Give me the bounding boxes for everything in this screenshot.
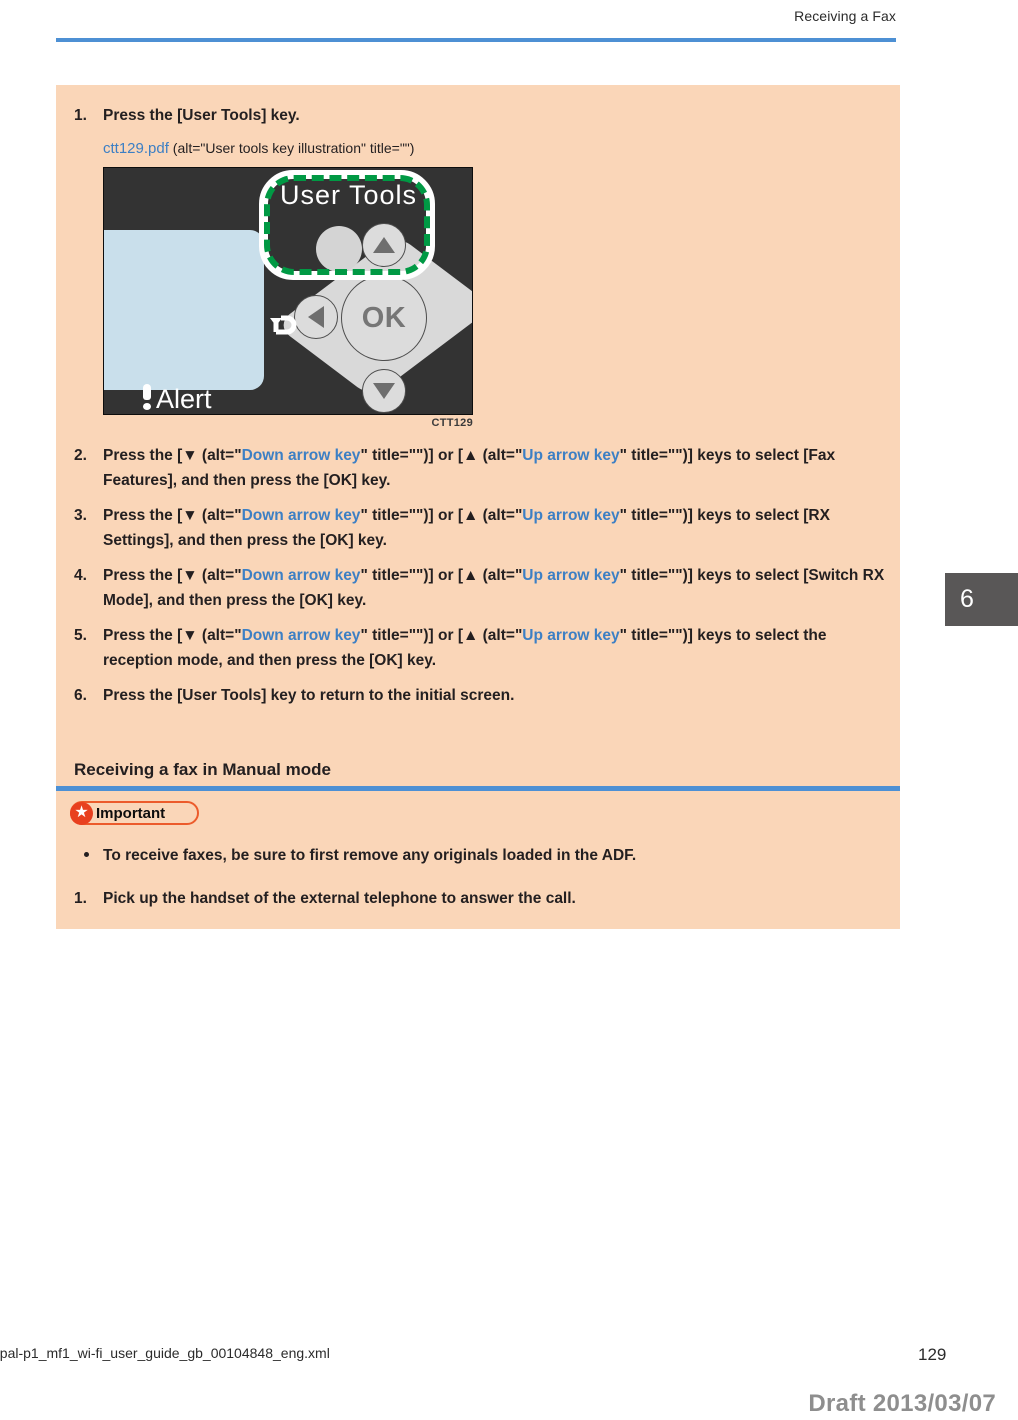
up-arrow-key-link: Up arrow key [522,567,620,584]
step-number: 6. [74,687,87,704]
figure-alt-value: User tools key illustration [205,140,361,156]
step-text: Press the [▼ (alt="Down arrow key" title… [103,563,900,613]
step-item: 6. Press the [User Tools] key to return … [56,683,900,708]
bullet-list-item: To receive faxes, be sure to first remov… [56,843,900,868]
star-icon: ★ [70,801,93,825]
control-panel-illustration: OK User Tools Alert [103,167,473,415]
triangle-left-glyph [308,306,324,328]
bullet-text: To receive faxes, be sure to first remov… [103,847,637,864]
step-text-run: Press the [▼ (alt=" [103,507,242,524]
figure-link-filename[interactable]: ctt129.pdf [103,140,169,157]
step-text-run: Press the [▼ (alt=" [103,447,242,464]
important-label: Important [96,804,166,822]
step-text: Press the [User Tools] key to return to … [103,683,900,708]
step-text-run: " title="")] or [▲ (alt=" [360,447,523,464]
alert-exclamation-icon [142,384,152,410]
footer-page-number: 129 [918,1345,947,1364]
figure-caption: CTT129 [431,417,473,429]
step-item: 1. Press the [User Tools] key. [56,103,900,128]
step-text-run: " title="")] or [▲ (alt=" [360,567,523,584]
step-text: Pick up the handset of the external tele… [103,890,576,907]
chapter-tab-number: 6 [960,585,974,613]
step-text-run: Press the [User Tools] key. [103,107,300,124]
figure-attr-close: " title="") [361,140,415,156]
step-item: 2. Press the [▼ (alt="Down arrow key" ti… [56,443,900,493]
page-footer: opal-p1_mf1_wi-fi_user_guide_gb_00104848… [0,1345,1018,1375]
step-number: 3. [74,507,87,524]
step-text-run: " title="")] or [▲ (alt=" [360,507,523,524]
chapter-tab: 6 [945,573,1018,626]
alert-label: Alert [156,384,212,414]
figure-container: OK User Tools Alert CTT129 [56,161,900,429]
section-heading: Receiving a fax in Manual mode [74,760,331,779]
up-arrow-key-link: Up arrow key [522,447,620,464]
down-arrow-key-link: Down arrow key [241,447,361,464]
step-item: 5. Press the [▼ (alt="Down arrow key" ti… [56,623,900,673]
figure-link-line: ctt129.pdf (alt="User tools key illustra… [56,136,900,161]
up-arrow-key-link: Up arrow key [522,507,620,524]
step-text-run: " title="")] or [▲ (alt=" [360,627,523,644]
step-text-run: Press the [▼ (alt=" [103,567,242,584]
step-number: 5. [74,627,87,644]
step-text-run: Press the [▼ (alt=" [103,627,242,644]
alert-indicator: Alert [142,384,212,414]
step-number: 1. [74,107,87,124]
step-item: 4. Press the [▼ (alt="Down arrow key" ti… [56,563,900,613]
lcd-screen [104,230,264,390]
step-text: Press the [User Tools] key. [103,103,900,128]
draft-watermark: Draft 2013/03/07 [808,1390,996,1417]
up-arrow-key-link: Up arrow key [522,627,620,644]
triangle-down-glyph [373,383,395,399]
step-text-run: Press the [User Tools] key to return to … [103,687,515,704]
page-header: Receiving a Fax [56,8,896,48]
header-divider-rule [56,38,896,42]
highlight-outline-green-dashed [264,175,430,275]
down-arrow-key-link: Down arrow key [241,627,361,644]
page-header-title: Receiving a Fax [794,8,896,24]
step-text: Press the [▼ (alt="Down arrow key" title… [103,623,900,673]
step-item: 3. Press the [▼ (alt="Down arrow key" ti… [56,503,900,553]
step-number: 1. [74,890,87,907]
down-arrow-key-link: Down arrow key [241,507,361,524]
back-arrow-icon [266,308,306,348]
step-number: 4. [74,567,87,584]
down-arrow-key-icon [362,369,406,413]
important-badge: ★ Important [70,801,200,825]
step-number: 2. [74,447,87,464]
step-text: Press the [▼ (alt="Down arrow key" title… [103,443,900,493]
footer-source-filename: opal-p1_mf1_wi-fi_user_guide_gb_00104848… [0,1345,330,1361]
figure-attr-open: (alt=" [168,140,206,156]
instructions-content-block: 1. Press the [User Tools] key. ctt129.pd… [56,85,900,929]
ok-key-icon: OK [341,275,427,361]
down-arrow-key-link: Down arrow key [241,567,361,584]
step-item: 1. Pick up the handset of the external t… [56,886,900,911]
bullet-dot-icon [84,852,89,857]
step-text: Press the [▼ (alt="Down arrow key" title… [103,503,900,553]
